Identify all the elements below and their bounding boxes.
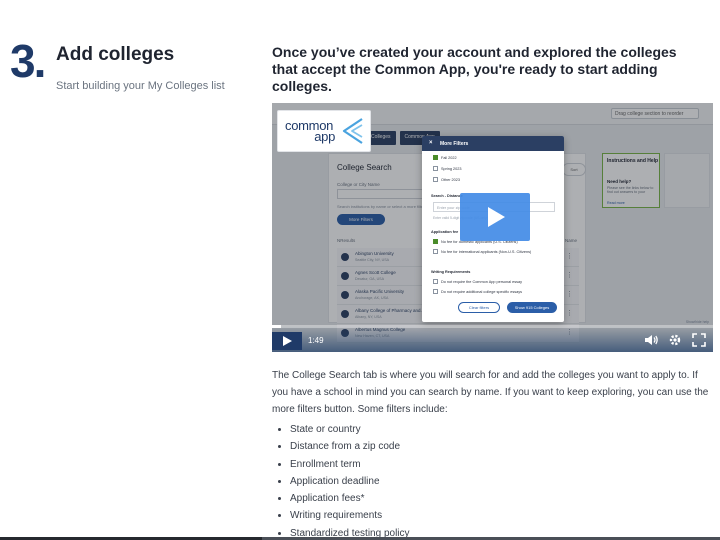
step-number: 3. [10,35,46,87]
filter-list-item: Application fees* [278,490,410,507]
term-option: Other 2023 [433,177,460,182]
step-subtitle: Start building your My Colleges list [56,80,225,92]
filter-list-item: Writing requirements [278,507,410,524]
checkbox-icon [433,166,438,171]
common-app-logo: common app [278,111,370,151]
fullscreen-icon[interactable] [690,333,708,349]
checkbox-icon [433,289,438,294]
intro-heading: Once you’ve created your account and exp… [272,44,677,94]
video-controls: 1:49 [272,325,713,352]
video-corner-note: Show/hide help [685,320,709,324]
application-fee-label: Application fee [431,230,459,234]
step-title: Add colleges [56,44,175,65]
writing-label: Writing Requirements [431,270,471,274]
video-progress-fill [272,325,281,328]
checkbox-icon [433,279,438,284]
writing-option: Do not require the Common App personal e… [433,279,522,284]
filter-list: State or country Distance from a zip cod… [278,421,410,540]
modal-title: More Filters [440,141,469,147]
filter-list-item: Enrollment term [278,456,410,473]
video-player[interactable]: Drag college section to reorder My Colle… [272,103,713,352]
term-option: Fall 2022 [433,155,457,160]
checkbox-checked-icon [433,155,438,160]
volume-icon[interactable] [642,333,660,349]
show-colleges-button: Show 915 Colleges [507,302,557,313]
checkbox-icon [433,249,438,254]
term-option: Spring 2023 [433,166,461,171]
filter-list-item: State or country [278,421,410,438]
video-play-overlay-button[interactable] [460,193,530,241]
modal-header: × More Filters [422,136,564,151]
distance-label: Search - Distance [431,194,463,198]
checkbox-icon [433,177,438,182]
logo-mark-icon [342,118,363,144]
filter-list-item: Application deadline [278,473,410,490]
filter-list-item: Distance from a zip code [278,438,410,455]
college-search-description: The College Search tab is where you will… [272,370,709,415]
close-icon: × [429,140,433,146]
application-option: No fee for international applicants (Non… [433,249,531,254]
clear-filters-button: Clear filters [458,302,500,313]
video-progress-bar[interactable] [272,325,713,328]
logo-wordmark: common app [285,118,335,144]
writing-option: Do not require additional college specif… [433,289,522,294]
play-icon[interactable] [272,332,302,350]
checkbox-checked-icon [433,239,438,244]
gear-icon[interactable] [666,333,684,349]
video-time: 1:49 [308,336,324,345]
